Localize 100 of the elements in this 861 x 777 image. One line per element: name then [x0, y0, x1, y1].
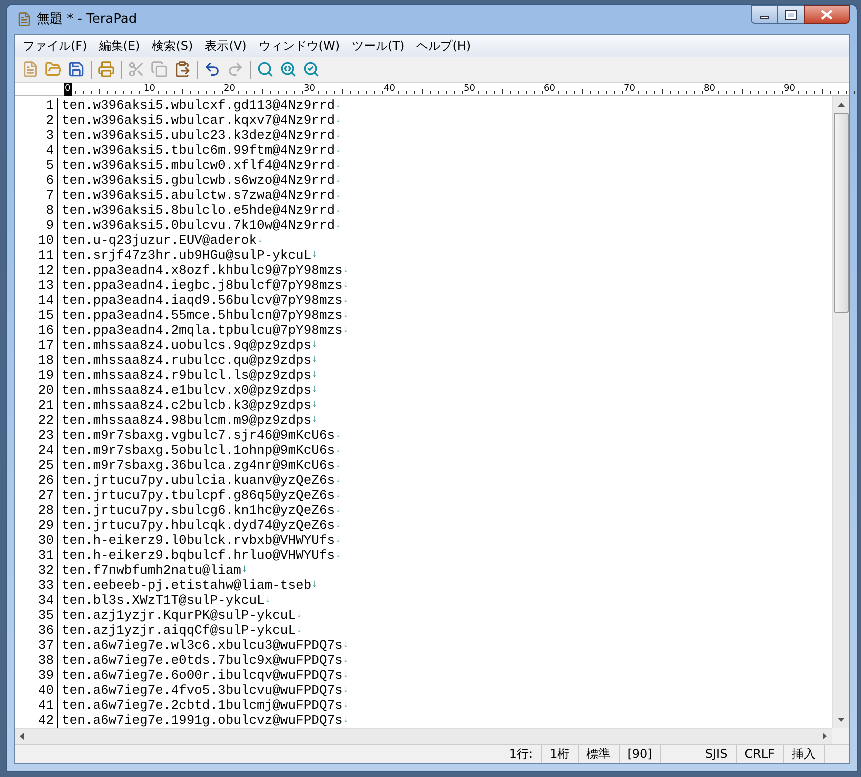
line-number: 32: [37, 563, 55, 578]
ruler-label: 10: [144, 82, 156, 96]
status-field: CRLF: [736, 745, 784, 763]
newline-mark: ↓: [342, 308, 350, 323]
text-line: ten.jrtucu7py.sbulcg6.kn1hc@yzQeZ6s: [61, 503, 336, 518]
text-line: ten.mhssaa8z4.c2bulcb.k3@pz9zdps: [61, 398, 312, 413]
text-line: ten.bl3s.XWzT1T@sulP-ykcuL: [61, 593, 265, 608]
text-line: ten.h-eikerz9.l0bulck.rvbxb@VHWYUfs: [61, 533, 336, 548]
menu-item[interactable]: ツール(T): [346, 37, 411, 55]
newline-mark: ↓: [342, 278, 350, 293]
newline-mark: ↓: [342, 323, 350, 338]
text-line: ten.jrtucu7py.hbulcqk.dyd74@yzQeZ6s: [61, 518, 336, 533]
status-field: 挿入: [784, 745, 825, 763]
line-number: 16: [37, 323, 55, 338]
ruler-label: 50: [464, 82, 476, 96]
newline-mark: ↓: [312, 353, 318, 368]
newline-mark: ↓: [342, 713, 350, 728]
minimize-button[interactable]: [751, 5, 778, 24]
newline-mark: ↓: [335, 443, 342, 458]
text-line: ten.w396aksi5.wbulcxf.gd113@4Nz9rrd: [61, 98, 336, 113]
close-icon: [821, 10, 833, 20]
line-number: 17: [37, 338, 55, 353]
text-line: ten.azj1yzjr.aiqqCf@sulP-ykcuL: [61, 623, 296, 638]
line-number: 15: [37, 308, 55, 323]
new-file-icon: [22, 61, 39, 78]
save-icon: [68, 61, 85, 78]
line-number: 38: [37, 653, 55, 668]
newline-mark: ↓: [312, 368, 318, 383]
ruler-ticks-icon: [637, 89, 704, 94]
search-previous-icon: [280, 61, 297, 78]
menu-item[interactable]: ファイル(F): [17, 37, 94, 55]
line-number: 21: [37, 398, 55, 413]
search-icon: [257, 61, 274, 78]
ruler-label: 60: [544, 82, 556, 96]
redo-icon: [227, 61, 244, 78]
ruler-label: 0: [64, 82, 72, 96]
text-line: ten.a6w7ieg7e.wl3c6.xbulcu3@wuFPDQ7s: [61, 638, 343, 653]
ruler-ticks-icon: [477, 89, 544, 94]
scrollbar-thumb[interactable]: [834, 113, 848, 313]
newline-mark: ↓: [241, 563, 248, 578]
maximize-button[interactable]: [778, 5, 804, 24]
text-line: ten.a6w7ieg7e.e0tds.7bulc9x@wuFPDQ7s: [61, 653, 343, 668]
text-line: ten.mhssaa8z4.uobulcs.9q@pz9zdps: [61, 338, 312, 353]
line-number: 30: [37, 533, 55, 548]
newline-mark: ↓: [312, 338, 318, 353]
status-field: 標準: [578, 745, 620, 763]
newline-mark: ↓: [342, 668, 350, 683]
line-number: 33: [37, 578, 55, 593]
text-line: ten.a6w7ieg7e.6o00r.ibulcqv@wuFPDQ7s: [61, 668, 343, 683]
text-line: ten.f7nwbfumh2natu@liam: [61, 563, 242, 578]
menu-item[interactable]: 表示(V): [199, 37, 253, 55]
line-number: 31: [37, 548, 55, 563]
text-line: ten.w396aksi5.wbulcar.kqxv7@4Nz9rrd: [61, 113, 336, 128]
scissors-icon: [128, 61, 145, 78]
printer-icon: [98, 61, 115, 78]
text-line: ten.ppa3eadn4.x8ozf.khbulc9@7pY98mzs: [61, 263, 343, 278]
status-field: SJIS: [697, 745, 737, 763]
menu-item[interactable]: 検索(S): [146, 37, 200, 55]
text-line: ten.w396aksi5.tbulc6m.99ftm@4Nz9rrd: [61, 143, 336, 158]
up-arrow-icon: [838, 102, 844, 106]
close-button[interactable]: [804, 5, 850, 24]
line-number: 1: [45, 98, 55, 113]
menu-item[interactable]: ウィンドウ(W): [252, 37, 346, 55]
line-number: 24: [37, 443, 55, 458]
text-line: ten.ppa3eadn4.iegbc.j8bulcf@7pY98mzs: [61, 278, 343, 293]
undo-icon: [204, 61, 221, 78]
maximize-icon: [786, 10, 796, 18]
line-number: 36: [37, 623, 55, 638]
line-number: 9: [45, 218, 55, 233]
line-number: 14: [37, 293, 55, 308]
text-line: ten.jrtucu7py.ubulcia.kuanv@yzQeZ6s: [61, 473, 336, 488]
newline-mark: ↓: [296, 608, 303, 623]
line-number: 35: [37, 608, 55, 623]
status-field: 1行:: [501, 745, 542, 763]
newline-mark: ↓: [335, 98, 342, 113]
newline-mark: ↓: [342, 683, 350, 698]
newline-mark: ↓: [335, 458, 342, 473]
text-line: ten.mhssaa8z4.e1bulcv.x0@pz9zdps: [61, 383, 312, 398]
text-line: ten.m9r7sbaxg.vgbulc7.sjr46@9mKcU6s: [61, 428, 336, 443]
horizontal-scrollbar[interactable]: [15, 728, 832, 744]
menu-item[interactable]: 編集(E): [93, 37, 146, 55]
vertical-scrollbar[interactable]: [832, 96, 849, 728]
newline-mark: ↓: [335, 173, 342, 188]
ruler-label: 30: [304, 82, 316, 96]
line-number: 22: [37, 413, 55, 428]
line-number: 29: [37, 518, 55, 533]
text-line: ten.w396aksi5.mbulcw0.xflf4@4Nz9rrd: [61, 158, 336, 173]
newline-mark: ↓: [264, 593, 272, 608]
text-line: ten.w396aksi5.gbulcwb.s6wzo@4Nz9rrd: [61, 173, 336, 188]
ruler-ticks-icon: [717, 89, 784, 94]
newline-mark: ↓: [335, 488, 342, 503]
text-line: ten.ppa3eadn4.55mce.5hbulcn@7pY98mzs: [61, 308, 343, 323]
left-arrow-icon: [20, 733, 24, 740]
line-number: 25: [37, 458, 55, 473]
menu-item[interactable]: ヘルプ(H): [410, 37, 478, 55]
newline-mark: ↓: [342, 698, 350, 713]
newline-mark: ↓: [342, 638, 350, 653]
line-number: 19: [37, 368, 55, 383]
newline-mark: ↓: [335, 203, 342, 218]
text-line: ten.mhssaa8z4.rubulcc.qu@pz9zdps: [61, 353, 312, 368]
